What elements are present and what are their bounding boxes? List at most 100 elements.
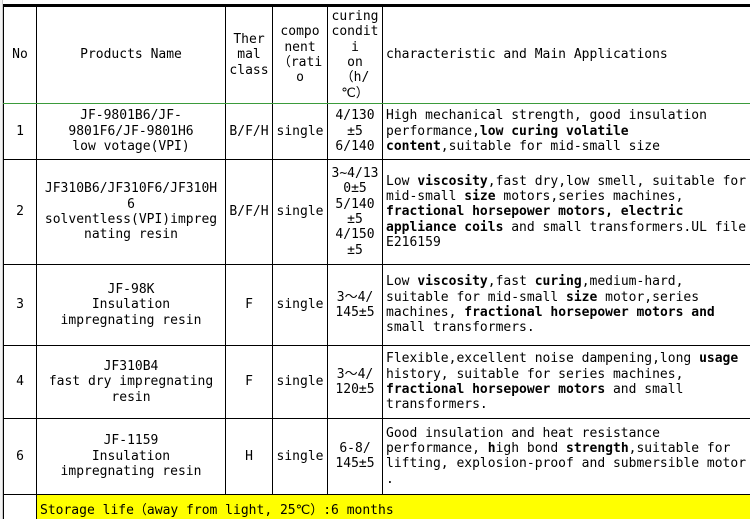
component-value: single: [276, 204, 324, 220]
curing-condition-line-4: （h/℃）: [340, 70, 370, 101]
thermal-class-line-3: class: [229, 62, 269, 78]
curing-value-line-1: 4/130: [335, 108, 375, 124]
cell-no: 3: [3, 263, 37, 346]
table-row: 1 JF-9801B6/JF- 9801F6/JF-9801H6 low vot…: [3, 102, 750, 160]
column-header-component: compo nent （ratio: [272, 4, 328, 104]
table-row: 3 JF-98K Insulation impregnating resin F…: [3, 263, 750, 346]
curing-value-line-1: 3～4/: [336, 366, 374, 382]
product-name-line-2: Insulation: [91, 297, 171, 313]
desc-seg-a: Flexible,excellent noise dampening,long: [386, 351, 700, 367]
desc-bold-2: size: [464, 188, 496, 204]
desc-text-plain-2: ,suitable for mid-small size: [440, 139, 660, 155]
cell-curing-condition: 3～4/ 145±5: [327, 263, 383, 346]
component-value: single: [276, 374, 324, 390]
products-table: No Products Name Ther mal class compo ne…: [3, 4, 750, 519]
thermal-class-value: F: [245, 374, 253, 390]
product-name-line-2: fast dry impregnating: [48, 374, 214, 390]
cell-characteristics: Flexible,excellent noise dampening,long …: [382, 344, 750, 419]
cell-curing-condition: 4/130 ±5 6/140: [327, 102, 383, 160]
cell-no: 4: [3, 344, 37, 419]
product-name-line-1: JF-9801B6/JF-: [80, 108, 182, 124]
product-name-line-1: JF-98K: [107, 281, 155, 297]
table-row: 2 JF310B6/JF310F6/JF310H 6 solventless(V…: [3, 158, 750, 265]
curing-value-line-1: 6-8/: [339, 441, 371, 457]
component-line-2: nent: [284, 39, 316, 55]
product-name-line-1: JF310B6/JF310F6/JF310H: [44, 181, 218, 197]
curing-value-line-2: 0±5: [343, 181, 367, 197]
curing-value-line-2: ±5: [347, 123, 363, 139]
cell-product-name: JF-98K Insulation impregnating resin: [36, 263, 226, 346]
curing-value-line-1: 3～4/: [336, 289, 374, 305]
row-number: 2: [16, 204, 24, 220]
component-value: single: [276, 448, 324, 464]
cell-component: single: [272, 263, 328, 346]
cell-product-name: JF310B6/JF310F6/JF310H 6 solventless(VPI…: [36, 158, 226, 265]
cell-no: 6: [3, 417, 37, 495]
thermal-class-line-1: Ther: [233, 31, 265, 47]
cell-characteristics: Good insulation and heat resistance perf…: [382, 417, 750, 495]
component-value: single: [276, 297, 324, 313]
product-name-line-3: impregnating resin: [60, 464, 202, 480]
curing-value-line-2: 145±5: [335, 304, 375, 320]
row-number: 6: [16, 448, 24, 464]
cell-curing-condition: 3~4/13 0±5 5/140 ±5 4/150 ±5: [327, 158, 383, 265]
curing-value-line-3: 6/140: [335, 139, 375, 155]
desc-bold-4: fractional horsepower motors and: [464, 304, 715, 320]
desc-bold-3: size: [566, 289, 598, 305]
desc-seg-b: history, suitable for series machines,: [386, 366, 684, 382]
cell-component: single: [272, 417, 328, 495]
desc-bold-1: viscosity: [417, 274, 488, 290]
column-header-products-name: Products Name: [36, 4, 226, 104]
component-line-1: compo: [280, 24, 320, 40]
cell-thermal-class: F: [225, 263, 273, 346]
desc-seg-c: motors,series machines,: [495, 188, 684, 204]
curing-condition-line-1: curing: [331, 9, 379, 24]
table-row: 4 JF310B4 fast dry impregnating resin F …: [3, 344, 750, 419]
component-value: single: [276, 123, 324, 139]
cell-product-name: JF-1159 Insulation impregnating resin: [36, 417, 226, 495]
desc-bold-1: usage: [699, 351, 739, 367]
curing-value-line-2: 145±5: [335, 456, 375, 472]
row-number: 1: [16, 123, 24, 139]
thermal-class-value: F: [245, 297, 253, 313]
column-header-characteristics-label: characteristic and Main Applications: [386, 47, 668, 63]
cell-product-name: JF-9801B6/JF- 9801F6/JF-9801H6 low votag…: [36, 102, 226, 160]
product-name-line-3: resin: [111, 389, 151, 405]
cell-characteristics: Low viscosity,fast dry,low smell, suitab…: [382, 158, 750, 265]
desc-seg-b: igh bond: [495, 441, 567, 457]
desc-bold-2: curing: [534, 274, 582, 290]
column-header-curing-condition: curing conditi on （h/℃）: [327, 4, 383, 104]
desc-bold-1: viscosity: [417, 173, 488, 189]
product-name-line-2: Insulation: [91, 448, 171, 464]
cell-curing-condition: 3～4/ 120±5: [327, 344, 383, 419]
table-row: 6 JF-1159 Insulation impregnating resin …: [3, 417, 750, 495]
product-name-line-2: 6: [127, 196, 135, 212]
curing-condition-line-3: on: [347, 54, 363, 70]
cell-no: 2: [3, 158, 37, 265]
curing-value-line-3: 5/140: [335, 196, 375, 212]
cell-component: single: [272, 158, 328, 265]
cell-thermal-class: H: [225, 417, 273, 495]
column-header-products-name-label: Products Name: [80, 47, 182, 63]
row-number: 4: [16, 374, 24, 390]
desc-seg-a: Low: [386, 173, 418, 189]
curing-value-line-1: 3~4/13: [331, 165, 379, 181]
desc-bold-2: strength: [566, 441, 629, 457]
product-name-line-3: solventless(VPI)impreg: [44, 211, 218, 227]
cell-component: single: [272, 344, 328, 419]
thermal-class-value: B/F/H: [229, 204, 269, 220]
cell-no: 1: [3, 102, 37, 160]
storage-life-row: Storage life（away from light, 25℃）:6 mon…: [3, 493, 750, 519]
thermal-class-value: B/F/H: [229, 123, 269, 139]
component-line-3: （ratio: [277, 54, 323, 86]
cell-no-empty: [3, 493, 37, 519]
thermal-class-line-2: mal: [237, 47, 261, 63]
column-header-no: No: [3, 4, 37, 104]
product-name-line-3: impregnating resin: [60, 312, 202, 328]
cell-characteristics: High mechanical strength, good insulatio…: [382, 102, 750, 160]
desc-bold-1: h: [487, 441, 496, 457]
cell-thermal-class: B/F/H: [225, 158, 273, 265]
curing-value-line-6: ±5: [347, 242, 363, 258]
product-name-line-1: JF310B4: [103, 358, 159, 374]
curing-value-line-4: ±5: [347, 211, 363, 227]
